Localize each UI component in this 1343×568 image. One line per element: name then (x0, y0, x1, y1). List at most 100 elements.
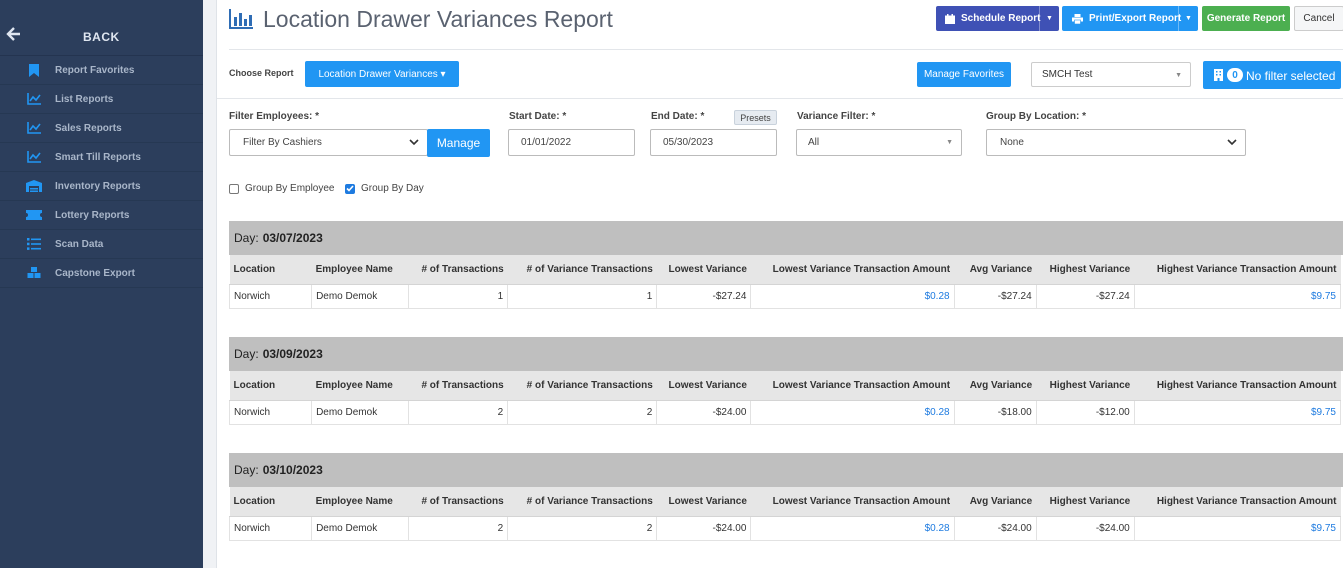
column-header[interactable]: Lowest Variance Transaction Amount (750, 487, 955, 517)
sidebar-item-scan-data[interactable]: Scan Data (0, 230, 203, 259)
column-header[interactable]: Avg Variance (954, 255, 1037, 285)
chevron-down-icon (1227, 139, 1237, 146)
column-header[interactable]: Location (229, 255, 312, 285)
table-cell: -$24.00 (656, 515, 752, 541)
printer-icon (1072, 13, 1083, 24)
column-header[interactable]: Employee Name (311, 255, 409, 285)
table-cell: Norwich (228, 515, 313, 541)
divider (229, 49, 1343, 50)
filter-status-button[interactable]: 0 No filter selected (1203, 61, 1341, 89)
choose-report-label: Choose Report (229, 68, 294, 78)
sidebar-item-inventory-reports[interactable]: Inventory Reports (0, 172, 203, 201)
column-header[interactable]: Highest Variance (1036, 255, 1135, 285)
column-header[interactable]: Lowest Variance (656, 371, 751, 401)
sidebar-item-lottery-reports[interactable]: Lottery Reports (0, 201, 203, 230)
group-by-day-checkbox[interactable] (345, 183, 355, 194)
sidebar-item-capstone-export[interactable]: Capstone Export (0, 259, 203, 288)
sidebar-item-sales-reports[interactable]: Sales Reports (0, 114, 203, 143)
column-header[interactable]: Highest Variance (1036, 487, 1135, 517)
column-header[interactable]: Location (229, 371, 312, 401)
column-header[interactable]: Highest Variance Transaction Amount (1134, 487, 1341, 517)
sidebar-item-report-favorites[interactable]: Report Favorites (0, 56, 203, 85)
end-date-input[interactable]: 05/30/2023 (650, 129, 777, 156)
group-by-employee-checkbox[interactable] (229, 183, 239, 194)
table-cell: 2 (507, 399, 658, 425)
column-header[interactable]: Lowest Variance (656, 487, 751, 517)
store-select[interactable]: SMCH Test ▼ (1031, 62, 1191, 87)
checkmark-icon (346, 185, 354, 192)
amount-link[interactable]: $0.28 (750, 399, 955, 425)
table-cell: -$24.00 (953, 515, 1037, 541)
manage-employees-button[interactable]: Manage (427, 129, 490, 157)
filter-employees-label: Filter Employees: * (229, 111, 320, 122)
filter-status-label: No filter selected (1246, 69, 1336, 83)
column-header[interactable]: Location (229, 487, 312, 517)
amount-link[interactable]: $0.28 (750, 515, 955, 541)
filter-employees-select[interactable]: Filter By Cashiers (229, 129, 428, 156)
group-by-location-label: Group By Location: * (986, 111, 1086, 122)
amount-link[interactable]: $9.75 (1133, 399, 1342, 425)
variance-filter-select[interactable]: All ▼ (796, 129, 962, 156)
print-dropdown-toggle[interactable]: ▼ (1178, 6, 1198, 31)
choose-report-dropdown[interactable]: Location Drawer Variances ▾ (305, 61, 459, 87)
amount-link[interactable]: $0.28 (750, 283, 955, 309)
table-cell: 2 (408, 515, 509, 541)
back-button[interactable]: BACK (0, 0, 203, 56)
back-label: BACK (83, 30, 120, 44)
column-header[interactable]: Avg Variance (954, 371, 1037, 401)
schedule-dropdown-toggle[interactable]: ▼ (1039, 6, 1059, 31)
sidebar-item-list-reports[interactable]: List Reports (0, 85, 203, 114)
schedule-report-button[interactable]: Schedule Report ▼ (936, 6, 1059, 31)
start-date-input[interactable]: 01/01/2022 (508, 129, 635, 156)
column-header[interactable]: Avg Variance (954, 487, 1037, 517)
day-group-header: Day: 03/07/2023 (229, 221, 1343, 255)
calendar-icon (945, 13, 955, 24)
amount-link[interactable]: $9.75 (1133, 283, 1342, 309)
caret-down-icon: ▼ (1046, 15, 1053, 22)
table-header-row: Location Employee Name # of Transactions # … (229, 371, 1341, 401)
presets-button[interactable]: Presets (734, 110, 777, 125)
sidebar-item-label: Capstone Export (55, 267, 136, 279)
group-by-day-option[interactable]: Group By Day (345, 183, 424, 194)
main-content: Location Drawer Variances Report Schedul… (216, 0, 1343, 568)
back-arrow-icon (6, 27, 20, 41)
table-cell: 1 (408, 283, 509, 309)
sidebar-item-label: Inventory Reports (55, 180, 141, 192)
column-header[interactable]: Employee Name (311, 487, 409, 517)
group-by-location-select[interactable]: None (986, 129, 1246, 156)
column-header[interactable]: # of Variance Transactions (507, 487, 657, 517)
variance-table: Location Employee Name # of Transactions # … (228, 371, 1342, 425)
sidebar-item-smart-till-reports[interactable]: Smart Till Reports (0, 143, 203, 172)
table-cell: -$27.24 (953, 283, 1037, 309)
caret-down-icon: ▼ (946, 139, 953, 146)
column-header[interactable]: # of Transactions (408, 487, 508, 517)
column-header[interactable]: Highest Variance Transaction Amount (1134, 255, 1341, 285)
amount-link[interactable]: $9.75 (1133, 515, 1342, 541)
day-group: Day: 03/10/2023 Location Employee Name # of … (228, 453, 1343, 541)
column-header[interactable]: Employee Name (311, 371, 409, 401)
filter-count-badge: 0 (1227, 68, 1243, 82)
group-by-employee-option[interactable]: Group By Employee (229, 183, 335, 194)
column-header[interactable]: Lowest Variance Transaction Amount (750, 255, 955, 285)
group-by-day-label: Group By Day (361, 183, 424, 194)
cancel-button[interactable]: Cancel (1294, 6, 1343, 31)
start-date-label: Start Date: * (509, 111, 567, 122)
day-date: 03/07/2023 (262, 231, 323, 245)
variance-filter-label: Variance Filter: * (797, 111, 876, 122)
column-header[interactable]: # of Transactions (408, 255, 508, 285)
manage-favorites-button[interactable]: Manage Favorites (917, 62, 1011, 87)
column-header[interactable]: # of Variance Transactions (507, 371, 657, 401)
column-header[interactable]: # of Variance Transactions (507, 255, 657, 285)
generate-report-button[interactable]: Generate Report (1202, 6, 1290, 31)
column-header[interactable]: # of Transactions (408, 371, 508, 401)
column-header[interactable]: Lowest Variance (656, 255, 751, 285)
table-row: Norwich Demo Demok 2 2 -$24.00 $0.28 -$18.00 -$… (228, 399, 1342, 425)
column-header[interactable]: Lowest Variance Transaction Amount (750, 371, 955, 401)
column-header[interactable]: Highest Variance (1036, 371, 1135, 401)
print-export-button[interactable]: Print/Export Report ▼ (1062, 6, 1198, 31)
sidebar-item-label: Smart Till Reports (55, 151, 141, 163)
column-header[interactable]: Highest Variance Transaction Amount (1134, 371, 1341, 401)
table-row: Norwich Demo Demok 1 1 -$27.24 $0.28 -$27.24 -$… (228, 283, 1342, 309)
sidebar-item-label: Scan Data (55, 238, 104, 250)
table-row: Norwich Demo Demok 2 2 -$24.00 $0.28 -$24.00 -$… (228, 515, 1342, 541)
